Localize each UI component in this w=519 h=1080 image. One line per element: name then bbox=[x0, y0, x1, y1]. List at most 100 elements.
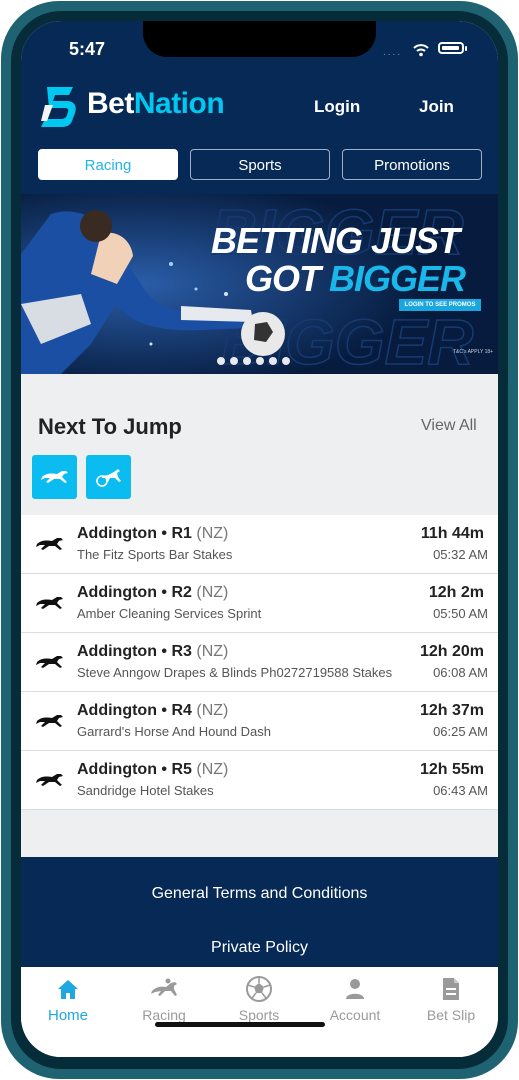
logo-mark-icon bbox=[41, 87, 76, 127]
tab-racing[interactable]: Racing bbox=[38, 149, 178, 180]
carousel-dot[interactable] bbox=[230, 357, 238, 365]
race-start-time: 06:08 AM bbox=[433, 665, 488, 680]
race-venue-name: Addington bbox=[77, 643, 157, 660]
promo-banner[interactable]: BIGGER BIGGER BETTING JUST GOT BIGGER LO… bbox=[21, 194, 498, 374]
race-row[interactable]: Addington • R3 (NZ) Steve Anngow Drapes … bbox=[21, 633, 498, 692]
banner-headline-bigger: BIGGER bbox=[329, 258, 466, 299]
race-countdown: 12h 20m bbox=[419, 643, 484, 660]
race-venue: Addington • R1 (NZ) bbox=[77, 525, 229, 542]
tabbar-label: Account bbox=[329, 1007, 381, 1023]
race-countdown: 12h 55m bbox=[419, 761, 484, 778]
race-venue-name: Addington bbox=[77, 525, 157, 542]
next-to-jump-title: Next To Jump bbox=[38, 414, 182, 439]
filter-harness-button[interactable] bbox=[86, 455, 131, 499]
race-row[interactable]: Addington • R2 (NZ) Amber Cleaning Servi… bbox=[21, 574, 498, 633]
race-number: R5 bbox=[171, 761, 192, 778]
race-name: Amber Cleaning Services Sprint bbox=[77, 606, 262, 621]
tab-promotions[interactable]: Promotions bbox=[342, 149, 482, 180]
home-indicator[interactable] bbox=[155, 1022, 325, 1027]
person-icon bbox=[346, 979, 364, 999]
race-name: Steve Anngow Drapes & Blinds Ph027271958… bbox=[77, 665, 393, 680]
tabbar-home[interactable]: Home bbox=[23, 975, 113, 1024]
tabbar-label: Bet Slip bbox=[426, 1007, 476, 1023]
greyhound-icon bbox=[36, 538, 63, 550]
login-button[interactable]: Login bbox=[314, 97, 360, 117]
race-start-time: 05:32 AM bbox=[433, 547, 488, 562]
greyhound-icon bbox=[41, 471, 68, 483]
race-number: R3 bbox=[171, 643, 192, 660]
tabbar-bet-slip[interactable]: Bet Slip bbox=[406, 975, 496, 1023]
carousel-dot[interactable] bbox=[243, 357, 251, 365]
race-name: The Fitz Sports Bar Stakes bbox=[77, 547, 233, 562]
tabbar-account[interactable]: Account bbox=[310, 975, 400, 1023]
race-start-time: 06:25 AM bbox=[433, 724, 488, 739]
race-name: Garrard's Horse And Hound Dash bbox=[77, 724, 271, 739]
race-venue: Addington • R3 (NZ) bbox=[77, 643, 229, 660]
race-start-time: 05:50 AM bbox=[433, 606, 488, 621]
race-venue-name: Addington bbox=[77, 702, 157, 719]
bottom-tab-bar: Home Racing Sports Account Bet Slip bbox=[21, 967, 498, 1057]
login-to-see-promos-button[interactable]: LOGIN TO SEE PROMOS bbox=[399, 299, 481, 311]
race-start-time: 06:43 AM bbox=[433, 783, 488, 798]
tabbar-sports[interactable]: Sports bbox=[214, 975, 304, 1023]
race-number: R4 bbox=[171, 702, 192, 719]
race-number: R2 bbox=[171, 584, 192, 601]
app-screen: 5:47 .... BetNation Login Join Racing Sp… bbox=[21, 21, 498, 1057]
join-button[interactable]: Join bbox=[419, 97, 454, 117]
carousel-dots[interactable] bbox=[217, 352, 295, 370]
carousel-dot[interactable] bbox=[256, 357, 264, 365]
greyhound-icon bbox=[36, 715, 63, 727]
race-countdown: 12h 2m bbox=[428, 584, 484, 601]
signal-icon: .... bbox=[383, 47, 403, 58]
banner-terms: T&C's APPLY 18+ bbox=[453, 349, 494, 355]
carousel-dot[interactable] bbox=[269, 357, 277, 365]
notch bbox=[143, 21, 376, 57]
greyhound-icon bbox=[36, 656, 63, 668]
race-country: (NZ) bbox=[196, 643, 229, 660]
tab-sports[interactable]: Sports bbox=[190, 149, 330, 180]
race-venue: Addington • R4 (NZ) bbox=[77, 702, 229, 719]
filter-greyhound-button[interactable] bbox=[32, 455, 77, 499]
home-icon bbox=[58, 980, 78, 999]
wifi-icon bbox=[413, 44, 429, 57]
app-footer: General Terms and Conditions Private Pol… bbox=[21, 857, 498, 967]
race-countdown: 11h 44m bbox=[420, 525, 484, 542]
battery-nub bbox=[465, 46, 467, 51]
view-all-link[interactable]: View All bbox=[421, 417, 477, 435]
race-venue: Addington • R2 (NZ) bbox=[77, 584, 229, 601]
race-number: R1 bbox=[171, 525, 192, 542]
tabbar-label: Home bbox=[47, 1007, 88, 1024]
logo-text-nation: Nation bbox=[133, 87, 225, 120]
tabbar-label: Sports bbox=[238, 1007, 280, 1023]
next-to-jump-list: Addington • R1 (NZ) The Fitz Sports Bar … bbox=[21, 515, 498, 810]
carousel-dot[interactable] bbox=[282, 357, 290, 365]
betnation-logo[interactable]: BetNation bbox=[39, 85, 269, 129]
phone-device: 5:47 .... BetNation Login Join Racing Sp… bbox=[0, 0, 519, 1080]
soccer-ball-icon bbox=[246, 976, 272, 1002]
tabbar-racing[interactable]: Racing bbox=[119, 975, 209, 1023]
greyhound-icon bbox=[36, 774, 63, 786]
harness-icon bbox=[96, 469, 121, 487]
race-name: Sandridge Hotel Stakes bbox=[77, 783, 214, 798]
race-country: (NZ) bbox=[196, 525, 229, 542]
terms-link[interactable]: General Terms and Conditions bbox=[21, 885, 498, 903]
status-time: 5:47 bbox=[69, 39, 106, 59]
race-venue: Addington • R5 (NZ) bbox=[77, 761, 229, 778]
race-country: (NZ) bbox=[196, 761, 229, 778]
banner-headline-line1: BETTING JUST bbox=[211, 220, 460, 261]
battery-icon bbox=[438, 42, 464, 54]
horse-racing-icon bbox=[151, 978, 177, 996]
race-row[interactable]: Addington • R1 (NZ) The Fitz Sports Bar … bbox=[21, 515, 498, 574]
race-country: (NZ) bbox=[196, 702, 229, 719]
race-countdown: 12h 37m bbox=[419, 702, 484, 719]
banner-headline-line2: GOT BIGGER bbox=[245, 258, 466, 300]
carousel-dot[interactable] bbox=[217, 357, 225, 365]
race-row[interactable]: Addington • R5 (NZ) Sandridge Hotel Stak… bbox=[21, 751, 498, 810]
tabbar-label: Racing bbox=[142, 1007, 186, 1023]
race-row[interactable]: Addington • R4 (NZ) Garrard's Horse And … bbox=[21, 692, 498, 751]
greyhound-icon bbox=[36, 597, 63, 609]
banner-headline-got: GOT bbox=[245, 258, 329, 299]
document-icon bbox=[443, 978, 459, 1000]
privacy-link[interactable]: Private Policy bbox=[21, 939, 498, 957]
race-venue-name: Addington bbox=[77, 761, 157, 778]
